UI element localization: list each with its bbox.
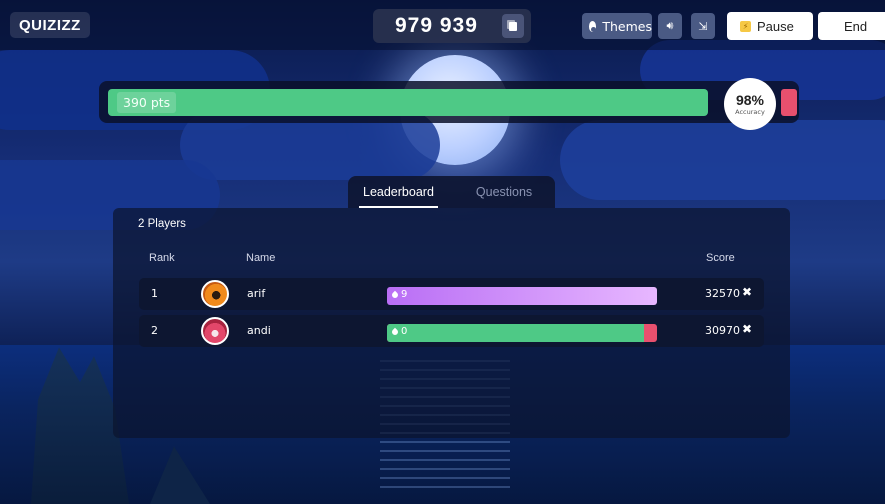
player-name: arif: [247, 287, 266, 300]
player-rank: 2: [151, 324, 158, 337]
player-progress-bar: 0: [387, 324, 657, 342]
game-code-box: 979 939: [373, 9, 531, 43]
remove-player-icon[interactable]: ✖: [742, 322, 752, 336]
avatar: [201, 280, 229, 308]
remove-player-icon[interactable]: ✖: [742, 285, 752, 299]
column-header-name: Name: [246, 252, 276, 264]
lightning-icon: ⚡︎: [740, 20, 751, 32]
accuracy-badge: 98% Accuracy: [724, 78, 776, 130]
tab-bar: Leaderboard Questions: [348, 176, 555, 208]
pause-label: Pause: [757, 18, 794, 34]
streak-tag: 0: [390, 326, 408, 337]
game-code: 979 939: [395, 14, 478, 37]
tab-leaderboard[interactable]: Leaderboard: [359, 176, 438, 208]
sound-button[interactable]: 🔊︎: [658, 13, 682, 39]
themes-button[interactable]: Themes: [582, 13, 652, 39]
avatar: [201, 317, 229, 345]
column-header-score: Score: [706, 252, 735, 264]
copy-code-button[interactable]: [502, 14, 524, 38]
player-progress-bar: 9: [387, 287, 657, 305]
copy-icon: [509, 21, 517, 31]
incorrect-progress-fill: [781, 89, 797, 116]
quizizz-logo: QUIZIZZ: [10, 12, 90, 38]
points-label: 390 pts: [117, 92, 177, 113]
palette-icon: [589, 20, 597, 32]
leaderboard-row: 2 andi 0 30970 ✖: [139, 315, 764, 347]
players-count: 2 Players: [138, 218, 186, 230]
streak-count: 0: [401, 326, 408, 337]
streak-tag: 9: [390, 289, 408, 300]
accuracy-value: 98%: [735, 91, 765, 108]
end-button[interactable]: End: [818, 12, 885, 40]
player-progress-fill: [387, 324, 644, 342]
player-progress-fill: [387, 287, 657, 305]
speaker-icon: 🔊︎: [666, 19, 674, 32]
accuracy-label: Accuracy: [735, 107, 765, 116]
column-header-rank: Rank: [149, 252, 175, 264]
pause-button[interactable]: ⚡︎ Pause: [727, 12, 813, 40]
player-name: andi: [247, 324, 271, 337]
player-score: 30970: [705, 324, 740, 337]
correct-progress-fill: [108, 89, 708, 116]
player-rank: 1: [151, 287, 158, 300]
end-label: End: [844, 18, 868, 34]
tab-questions[interactable]: Questions: [476, 176, 532, 208]
streak-drop-icon: [390, 327, 400, 336]
collapse-icon: ⇲: [698, 19, 708, 33]
minimize-button[interactable]: ⇲: [691, 13, 715, 39]
cloud: [560, 120, 885, 200]
leaderboard-row: 1 arif 9 32570 ✖: [139, 278, 764, 310]
streak-count: 9: [401, 289, 408, 300]
themes-label: Themes: [602, 18, 652, 34]
player-score: 32570: [705, 287, 740, 300]
streak-drop-icon: [390, 290, 400, 299]
